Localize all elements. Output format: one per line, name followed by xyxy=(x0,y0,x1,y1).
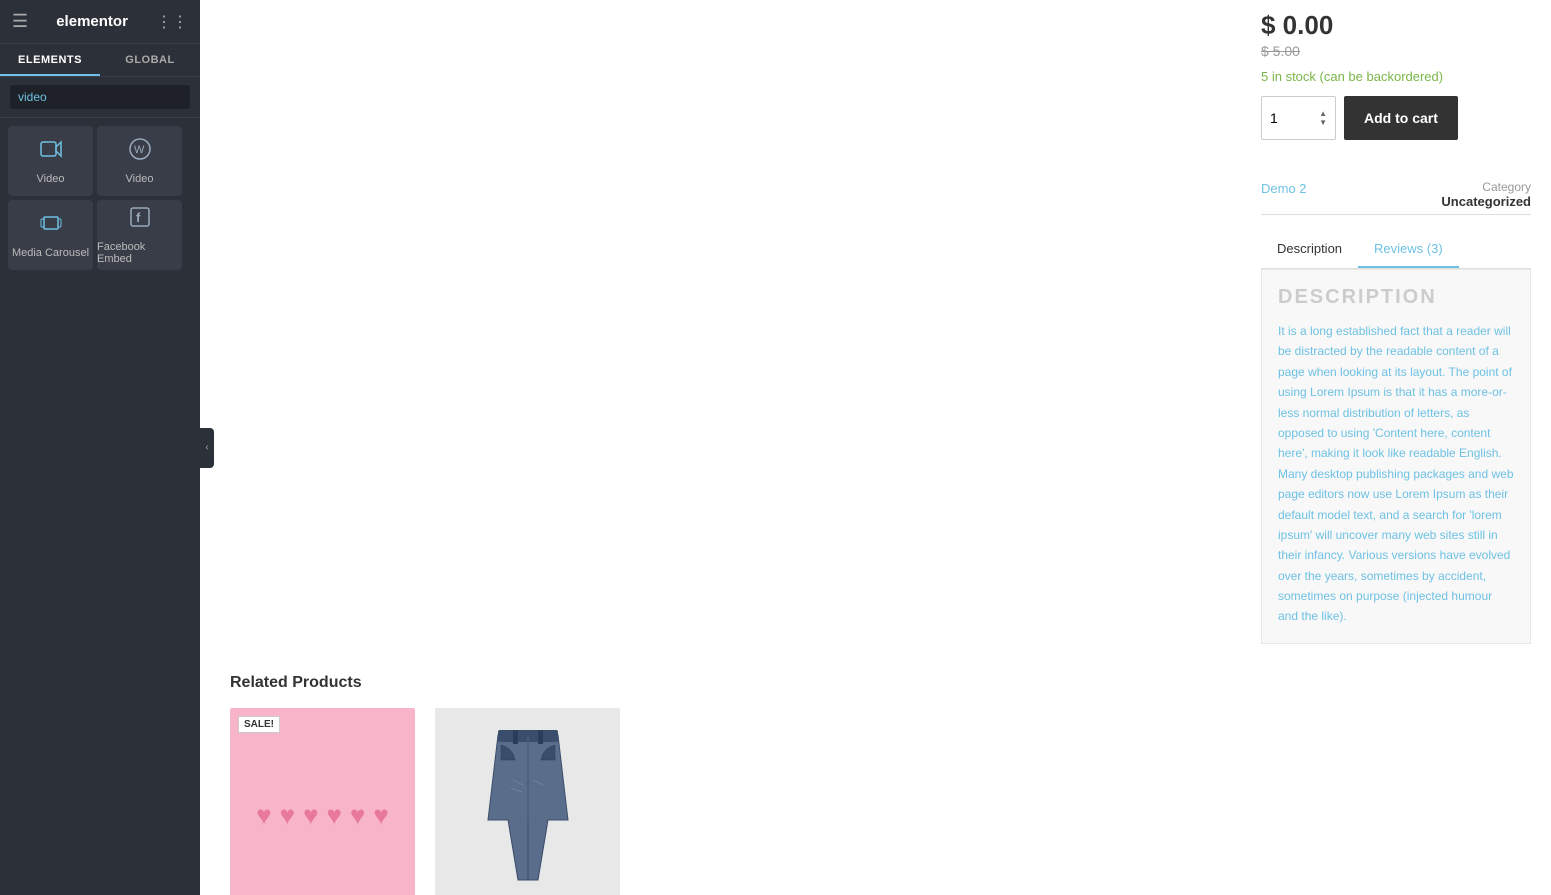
widget-video-elementor[interactable]: Video xyxy=(8,126,93,196)
sale-badge: SALE! xyxy=(238,716,280,733)
sidebar-tabs: ELEMENTS GLOBAL xyxy=(0,44,200,77)
category-value: Uncategorized xyxy=(1441,194,1531,209)
hearts-background: ♥ ♥ ♥ ♥ ♥ ♥ xyxy=(230,708,415,895)
product-meta: Demo 2 Category Uncategorized xyxy=(1261,160,1531,198)
grid-icon[interactable]: ⋮⋮ xyxy=(156,12,188,32)
heart-icon-2: ♥ xyxy=(280,800,295,831)
main-content: $ 0.00 $ 5.00 5 in stock (can be backord… xyxy=(200,0,1551,895)
related-products-title: Related Products xyxy=(230,674,1521,692)
svg-text:W: W xyxy=(134,144,145,156)
product-price-current: $ 0.00 xyxy=(1261,10,1531,41)
video-wordpress-icon: W xyxy=(128,137,152,167)
products-grid: SALE! ♥ ♥ ♥ ♥ ♥ ♥ Demo Product $ 0.00 xyxy=(230,708,1521,895)
app-logo: elementor xyxy=(28,13,156,30)
media-carousel-icon xyxy=(39,211,63,241)
collapse-handle[interactable]: ‹ xyxy=(200,428,214,468)
related-products-section: Related Products SALE! ♥ ♥ ♥ ♥ ♥ ♥ xyxy=(200,654,1551,895)
widget-media-carousel-label: Media Carousel xyxy=(12,247,89,259)
spinner-up-icon[interactable]: ▲ xyxy=(1319,109,1327,118)
sidebar-header: ☰ elementor ⋮⋮ xyxy=(0,0,200,44)
stock-info: 5 in stock (can be backordered) xyxy=(1261,69,1531,84)
product-image-variable xyxy=(435,708,620,895)
divider xyxy=(1261,214,1531,215)
product-meta-link[interactable]: Demo 2 xyxy=(1261,181,1307,196)
widget-media-carousel[interactable]: Media Carousel xyxy=(8,200,93,270)
product-card-variable: variable product $ 0.00 Select options xyxy=(435,708,620,895)
tab-description[interactable]: Description xyxy=(1261,231,1358,268)
widget-video-wordpress[interactable]: W Video xyxy=(97,126,182,196)
product-tabs: Description Reviews (3) xyxy=(1261,231,1531,269)
quantity-spinners[interactable]: ▲ ▼ xyxy=(1319,109,1327,127)
widget-video-wordpress-label: Video xyxy=(126,173,154,185)
description-text: It is a long established fact that a rea… xyxy=(1278,321,1514,627)
page-area: $ 0.00 $ 5.00 5 in stock (can be backord… xyxy=(200,0,1551,895)
spinner-down-icon[interactable]: ▼ xyxy=(1319,118,1327,127)
sidebar: ☰ elementor ⋮⋮ ELEMENTS GLOBAL Video W xyxy=(0,0,200,895)
product-info-panel: $ 0.00 $ 5.00 5 in stock (can be backord… xyxy=(1241,0,1551,654)
heart-icon-4: ♥ xyxy=(327,800,342,831)
heart-icon-5: ♥ xyxy=(350,800,365,831)
heart-icon-6: ♥ xyxy=(373,800,388,831)
video-elementor-icon xyxy=(39,137,63,167)
sidebar-search-area xyxy=(0,77,200,118)
description-heading: DESCRIPTION xyxy=(1278,286,1514,309)
product-image-demo: SALE! ♥ ♥ ♥ ♥ ♥ ♥ xyxy=(230,708,415,895)
tab-elements[interactable]: ELEMENTS xyxy=(0,44,100,76)
widget-list: Video W Video Media Carousel xyxy=(0,118,200,278)
add-to-cart-row: 1 ▲ ▼ Add to cart xyxy=(1261,96,1531,140)
category-label: Category xyxy=(1441,180,1531,194)
jeans-svg xyxy=(483,730,573,895)
heart-icon-1: ♥ xyxy=(256,800,271,831)
hamburger-icon[interactable]: ☰ xyxy=(12,11,28,32)
description-panel: DESCRIPTION It is a long established fac… xyxy=(1261,269,1531,644)
chevron-left-icon: ‹ xyxy=(205,442,208,453)
product-category: Category Uncategorized xyxy=(1441,180,1531,209)
heart-icon-3: ♥ xyxy=(303,800,318,831)
jeans-background xyxy=(435,708,620,895)
quantity-stepper[interactable]: 1 ▲ ▼ xyxy=(1261,96,1336,140)
svg-text:f: f xyxy=(136,210,141,225)
tab-global[interactable]: GLOBAL xyxy=(100,44,200,76)
widget-facebook-embed-label: Facebook Embed xyxy=(97,241,182,265)
widget-video-elementor-label: Video xyxy=(37,173,65,185)
widget-facebook-embed[interactable]: f Facebook Embed xyxy=(97,200,182,270)
facebook-embed-icon: f xyxy=(128,205,152,235)
quantity-input[interactable]: 1 xyxy=(1270,110,1310,126)
tab-reviews[interactable]: Reviews (3) xyxy=(1358,231,1459,268)
product-card-demo: SALE! ♥ ♥ ♥ ♥ ♥ ♥ Demo Product $ 0.00 xyxy=(230,708,415,895)
search-input[interactable] xyxy=(10,85,190,109)
add-to-cart-button[interactable]: Add to cart xyxy=(1344,96,1458,140)
product-price-original: $ 5.00 xyxy=(1261,43,1531,59)
